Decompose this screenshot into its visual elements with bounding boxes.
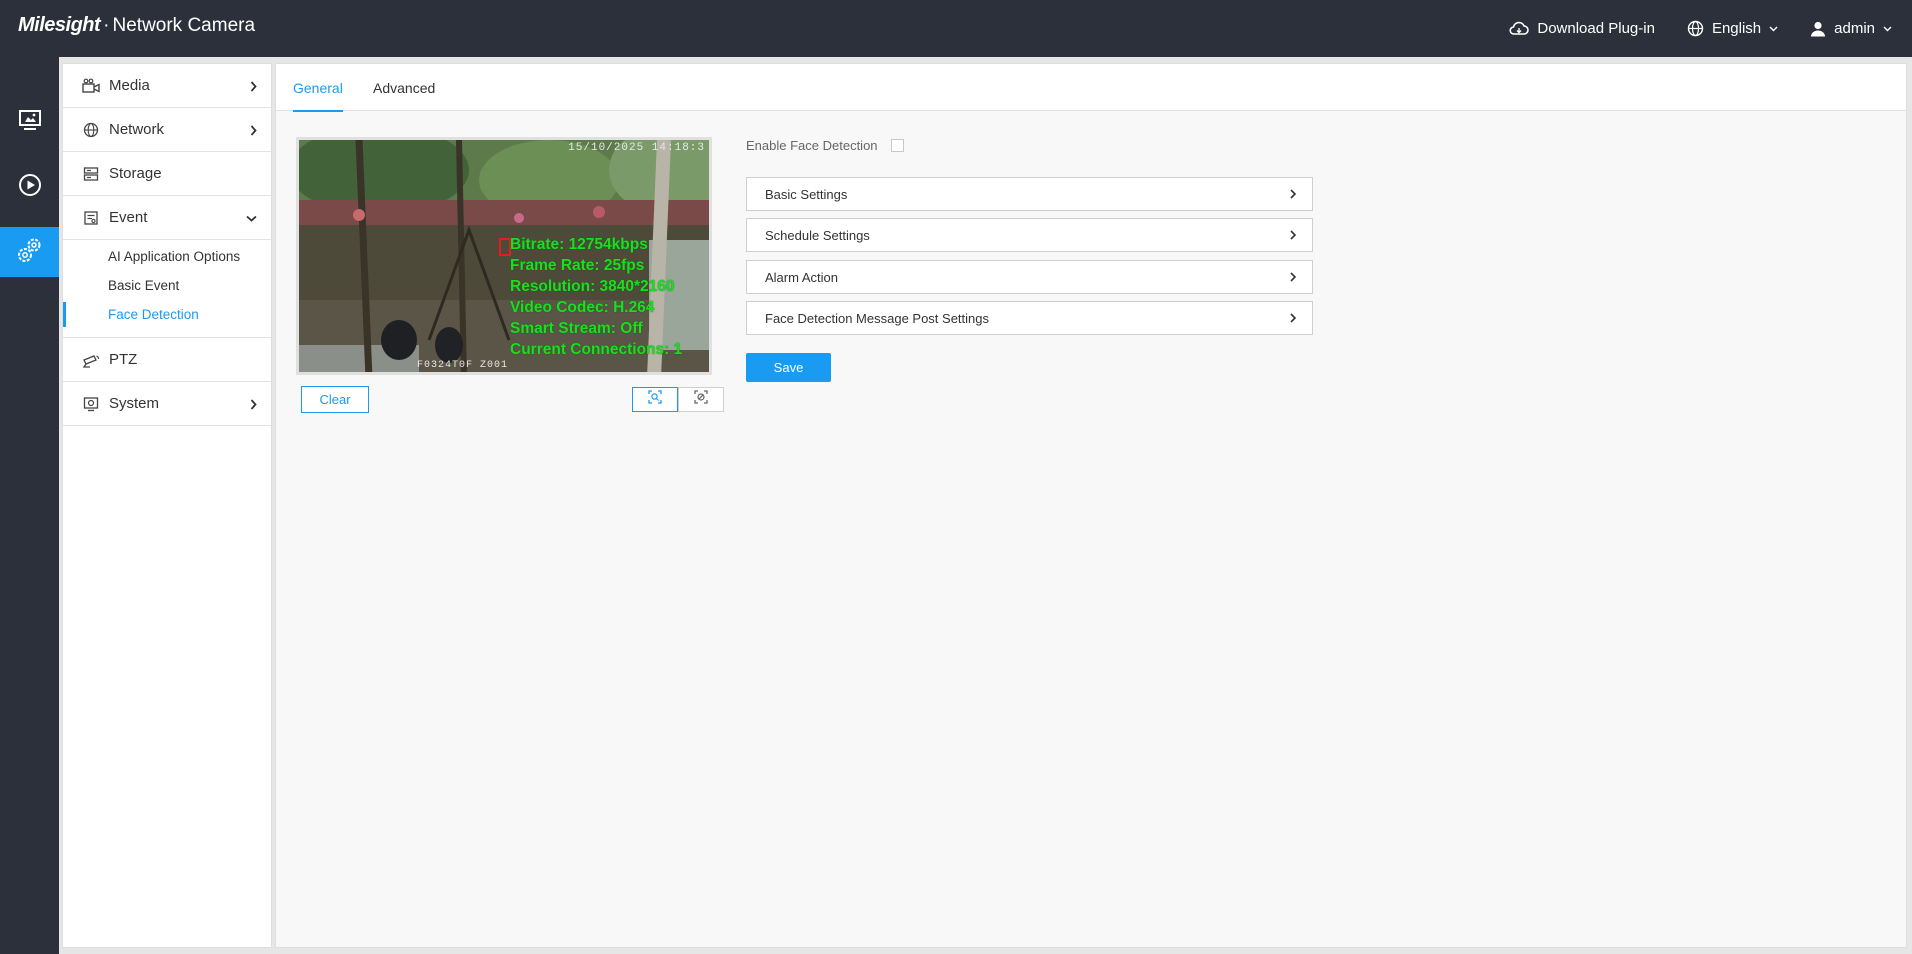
osd-resolution: Resolution: 3840*2160 [510, 278, 675, 295]
top-header: Milesight · Network Camera Download Plug… [0, 0, 1912, 57]
video-timestamp: 15/10/2025 14:18:3 [568, 142, 705, 154]
osd-video-codec: Video Codec: H.264 [510, 299, 655, 316]
panel-title: Basic Settings [765, 186, 848, 202]
basic-settings-panel[interactable]: Basic Settings [746, 177, 1313, 211]
video-osd: Bitrate: 12754kbps Frame Rate: 25fps Res… [510, 234, 682, 360]
sidebar-item-label: System [109, 395, 160, 412]
user-menu[interactable]: admin [1810, 20, 1892, 37]
top-nav: Download Plug-in English admin [1477, 0, 1892, 57]
globe-icon [82, 121, 100, 139]
tab-bar: General Advanced [276, 64, 1906, 112]
language-label: English [1711, 20, 1762, 37]
camera-icon [82, 77, 100, 95]
brand-separator: · [103, 15, 110, 36]
alarm-action-panel[interactable]: Alarm Action [746, 260, 1313, 294]
chevron-right-icon [1290, 261, 1296, 293]
sidebar-subitem-face-detection[interactable]: Face Detection [63, 300, 271, 329]
ptz-icon [82, 351, 100, 369]
osd-current-connections: Current Connections: 1 [510, 341, 683, 358]
chevron-down-icon [1769, 25, 1778, 32]
chevron-down-icon [246, 196, 257, 240]
sidebar-item-system[interactable]: System [63, 382, 271, 426]
sidebar-item-label: Network [109, 121, 165, 138]
download-plugin-label: Download Plug-in [1537, 20, 1655, 37]
storage-icon [82, 165, 100, 183]
panel-title: Face Detection Message Post Settings [765, 310, 990, 326]
rail-live-view[interactable] [0, 97, 59, 147]
chevron-down-icon [1883, 25, 1892, 32]
clear-button[interactable]: Clear [301, 386, 369, 413]
sidebar-item-event[interactable]: Event [63, 196, 271, 240]
sidebar-subitem-basic-event[interactable]: Basic Event [63, 271, 271, 300]
draw-region-button[interactable] [632, 387, 678, 412]
panel-title: Schedule Settings [765, 227, 870, 243]
chevron-right-icon [1290, 219, 1296, 251]
download-plugin-button[interactable]: Download Plug-in [1509, 20, 1655, 37]
brand-title: Network Camera [112, 15, 256, 36]
sidebar-item-media[interactable]: Media [63, 64, 271, 108]
user-label: admin [1834, 20, 1875, 37]
region-tool-group [632, 387, 724, 412]
sidebar-subitem-ai-application-options[interactable]: AI Application Options [63, 242, 271, 271]
enable-face-detection-label: Enable Face Detection [746, 138, 878, 153]
brand: Milesight · Network Camera [18, 14, 255, 37]
save-button[interactable]: Save [746, 353, 831, 382]
osd-frame-rate: Frame Rate: 25fps [510, 257, 645, 274]
osd-bitrate: Bitrate: 12754kbps [510, 236, 648, 253]
playback-icon [18, 173, 42, 202]
event-icon [82, 209, 100, 227]
chevron-right-icon [250, 108, 257, 152]
main-panel: General Advanced 15/10/2025 14:18:3 Bitr… [275, 63, 1907, 948]
draw-region-icon [648, 390, 662, 409]
enable-face-detection-row: Enable Face Detection [746, 138, 904, 153]
globe-icon [1687, 20, 1704, 37]
sidebar-item-ptz[interactable]: PTZ [63, 338, 271, 382]
live-view-icon [18, 109, 42, 136]
sidebar-item-label: Event [109, 209, 148, 226]
settings-sidebar: Media Network Storage Event AI Applicati… [62, 63, 272, 948]
cloud-download-icon [1509, 21, 1530, 37]
sidebar-item-label: PTZ [109, 351, 138, 368]
message-post-settings-panel[interactable]: Face Detection Message Post Settings [746, 301, 1313, 335]
osd-smart-stream: Smart Stream: Off [510, 320, 643, 337]
rail-playback[interactable] [0, 162, 59, 212]
icon-rail [0, 57, 59, 954]
sidebar-item-network[interactable]: Network [63, 108, 271, 152]
language-dropdown[interactable]: English [1687, 20, 1778, 37]
chevron-right-icon [250, 64, 257, 108]
panel-title: Alarm Action [765, 269, 838, 285]
video-camera-name: F0324T0F Z001 [417, 360, 509, 371]
user-icon [1810, 21, 1826, 37]
exclude-region-icon [694, 390, 708, 409]
settings-icon [16, 236, 44, 269]
exclude-region-button[interactable] [678, 387, 724, 412]
sidebar-item-storage[interactable]: Storage [63, 152, 271, 196]
video-preview[interactable]: 15/10/2025 14:18:3 Bitrate: 12754kbps Fr… [296, 137, 712, 375]
sidebar-item-label: Media [109, 77, 150, 94]
chevron-right-icon [250, 382, 257, 426]
enable-face-detection-checkbox[interactable] [890, 139, 904, 152]
rail-settings[interactable] [0, 227, 59, 277]
chevron-right-icon [1290, 178, 1296, 210]
tab-general[interactable]: General [293, 64, 343, 112]
sidebar-item-label: Storage [109, 165, 162, 182]
system-icon [82, 395, 100, 413]
brand-logo: Milesight [18, 14, 101, 36]
event-submenu: AI Application Options Basic Event Face … [63, 240, 271, 338]
chevron-right-icon [1290, 302, 1296, 334]
tab-advanced[interactable]: Advanced [373, 64, 435, 111]
schedule-settings-panel[interactable]: Schedule Settings [746, 218, 1313, 252]
